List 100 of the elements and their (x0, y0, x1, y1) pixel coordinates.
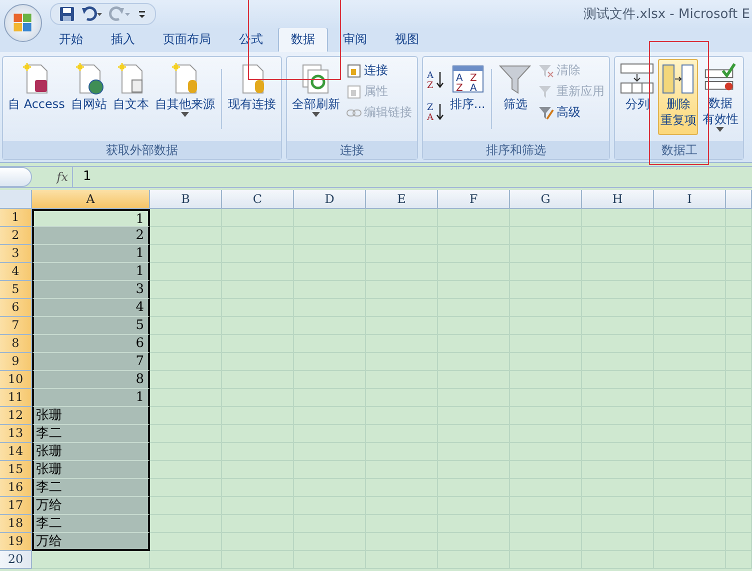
ribbon-tab[interactable]: 插入 (98, 27, 148, 52)
ribbon-tab[interactable]: 视图 (382, 27, 432, 52)
row-header[interactable]: 14 (0, 443, 32, 461)
row-header[interactable]: 12 (0, 407, 32, 425)
table-cell (510, 209, 582, 227)
funnel-pencil-icon (538, 104, 554, 120)
column-header[interactable]: C (222, 190, 294, 209)
table-cell: 1 (32, 389, 150, 407)
office-button[interactable] (4, 4, 42, 42)
table-cell (150, 353, 222, 371)
caret-icon (312, 112, 320, 117)
ribbon-button[interactable]: 自 Access (6, 59, 67, 135)
table-cell (366, 209, 438, 227)
group-label: 数据工 (615, 141, 744, 159)
row-header[interactable]: 15 (0, 461, 32, 479)
row-header[interactable]: 9 (0, 353, 32, 371)
table-cell (150, 299, 222, 317)
column-header[interactable]: E (366, 190, 438, 209)
row-header[interactable]: 17 (0, 497, 32, 515)
table-cell (150, 245, 222, 263)
ribbon-button[interactable]: A Z Z A 排序... (448, 59, 488, 135)
row-header[interactable]: 7 (0, 317, 32, 335)
table-cell: 万给 (32, 533, 150, 551)
table-cell (438, 209, 510, 227)
ribbon-tab[interactable]: 数据 (278, 27, 328, 52)
table-cell (150, 335, 222, 353)
table-cell: 2 (32, 227, 150, 245)
row-header[interactable]: 5 (0, 281, 32, 299)
row-header[interactable]: 6 (0, 299, 32, 317)
row-header[interactable]: 4 (0, 263, 32, 281)
redo-icon[interactable] (109, 6, 131, 22)
table-cell (150, 263, 222, 281)
ribbon-button[interactable]: 删除 重复项 (658, 59, 698, 135)
row-header[interactable]: 1 (0, 209, 32, 227)
table-cell: 张珊 (32, 407, 150, 425)
column-header[interactable]: G (510, 190, 582, 209)
column-header[interactable]: H (582, 190, 654, 209)
ribbon-button[interactable]: 自文本 (110, 59, 151, 135)
table-cell (150, 551, 222, 569)
ribbon-button[interactable]: 现有连接 (226, 59, 278, 135)
name-box[interactable] (0, 167, 32, 187)
caret-icon (180, 112, 189, 117)
table-cell (150, 479, 222, 497)
table-cell: 万给 (32, 497, 150, 515)
table-cell: 7 (32, 353, 150, 371)
ribbon-small-button[interactable]: 高级 (536, 103, 606, 122)
row-header[interactable]: 20 (0, 551, 32, 569)
formula-input[interactable]: 1 (73, 167, 92, 187)
table-cell: 李二 (32, 425, 150, 443)
group-label: 连接 (286, 141, 417, 159)
group-label: 获取外部数据 (3, 141, 281, 159)
table-cell: 李二 (32, 479, 150, 497)
row-header[interactable]: 3 (0, 245, 32, 263)
table-cell (582, 209, 654, 227)
table-cell (150, 317, 222, 335)
row-header[interactable]: 19 (0, 533, 32, 551)
table-arrow-icon (661, 62, 696, 96)
table-cell (150, 371, 222, 389)
function-button[interactable]: fx (32, 167, 73, 187)
table-cell (150, 281, 222, 299)
ribbon-button[interactable]: 自其他来源 (152, 59, 217, 135)
ribbon-tab[interactable]: 页面布局 (150, 27, 224, 52)
table-cell (150, 227, 222, 245)
select-all-corner[interactable] (0, 190, 32, 209)
ribbon-tab[interactable]: 开始 (46, 27, 96, 52)
column-header[interactable]: B (150, 190, 222, 209)
row-header[interactable]: 13 (0, 425, 32, 443)
save-icon[interactable] (59, 6, 75, 22)
column-header[interactable]: D (294, 190, 366, 209)
row-header[interactable]: 18 (0, 515, 32, 533)
undo-icon[interactable] (81, 6, 103, 22)
table-cell: 1 (32, 209, 150, 227)
ribbon-tab[interactable]: 审阅 (330, 27, 380, 52)
table-cell: 4 (32, 299, 150, 317)
table-cell (150, 209, 222, 227)
table-cell: 1 (32, 245, 150, 263)
table-cell: 6 (32, 335, 150, 353)
ribbon-button[interactable]: 全部刷新 (290, 59, 342, 135)
row-header[interactable]: 8 (0, 335, 32, 353)
window-title: 测试文件.xlsx - Microsoft E (584, 6, 751, 23)
column-header[interactable]: A (32, 190, 150, 209)
column-header[interactable]: I (654, 190, 726, 209)
table-cell (150, 515, 222, 533)
row-header[interactable]: 11 (0, 389, 32, 407)
table-cell: 张珊 (32, 461, 150, 479)
table-cell (150, 443, 222, 461)
ribbon-button[interactable]: 自网站 (68, 59, 109, 135)
table-cell (150, 389, 222, 407)
table-cell (150, 425, 222, 443)
ribbon-button[interactable]: 筛选 (496, 59, 534, 135)
row-header[interactable]: 10 (0, 371, 32, 389)
ribbon-small-button[interactable]: 连接 (344, 61, 414, 80)
table-cell (150, 407, 222, 425)
table-cell: 8 (32, 371, 150, 389)
column-header[interactable]: F (438, 190, 510, 209)
row-header[interactable]: 2 (0, 227, 32, 245)
ribbon-button[interactable]: 分列 (618, 59, 656, 135)
row-header[interactable]: 16 (0, 479, 32, 497)
column-header[interactable] (726, 190, 752, 209)
table-cell: 张珊 (32, 443, 150, 461)
